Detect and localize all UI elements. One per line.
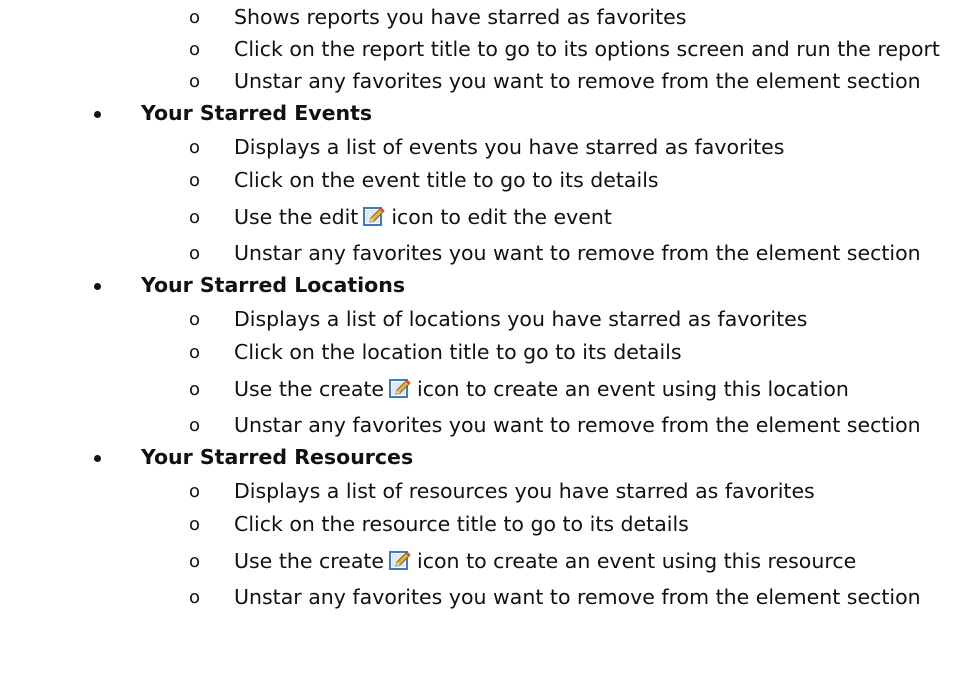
list-item-text: Use the edit icon to edit the event <box>234 200 612 235</box>
list-item-text: Displays a list of locations you have st… <box>234 307 808 331</box>
text-before-icon: Use the create <box>234 549 385 573</box>
sub-bullet-marker: o <box>189 170 201 191</box>
sub-bullet-marker: o <box>189 587 201 608</box>
sub-bullet-marker: o <box>189 379 201 400</box>
sub-bullet-marker: o <box>189 71 201 92</box>
sub-bullet-marker: o <box>189 39 201 60</box>
text-after-icon: icon to create an event using this resou… <box>417 549 857 573</box>
list-item-text: Click on the event title to go to its de… <box>234 168 659 192</box>
sub-bullet-marker: o <box>189 207 201 228</box>
list-item-text: Unstar any favorites you want to remove … <box>234 69 921 93</box>
list-item-text: Use the create icon to create an event us… <box>234 372 849 407</box>
list-item-text: Click on the location title to go to its… <box>234 340 682 364</box>
list-item-text: Displays a list of resources you have st… <box>234 479 815 503</box>
bullet-icon <box>94 455 101 462</box>
list-item-text: Unstar any favorites you want to remove … <box>234 585 921 609</box>
section-title: Your Starred Locations <box>141 273 406 297</box>
edit-icon <box>389 375 411 398</box>
text-after-icon: icon to edit the event <box>391 205 612 229</box>
sub-bullet-marker: o <box>189 551 201 572</box>
list-item-text: Shows reports you have starred as favori… <box>234 5 687 29</box>
sub-bullet-marker: o <box>189 415 201 436</box>
document-body: o Shows reports you have starred as favo… <box>0 0 974 677</box>
sub-bullet-marker: o <box>189 309 201 330</box>
section-title: Your Starred Events <box>141 101 373 125</box>
sub-bullet-marker: o <box>189 514 201 535</box>
sub-bullet-marker: o <box>189 7 201 28</box>
text-before-icon: Use the edit <box>234 205 359 229</box>
bullet-icon <box>94 283 101 290</box>
sub-bullet-marker: o <box>189 481 201 502</box>
list-item-text: Unstar any favorites you want to remove … <box>234 413 921 437</box>
sub-bullet-marker: o <box>189 342 201 363</box>
list-item-text: Click on the resource title to go to its… <box>234 512 689 536</box>
list-item-text: Click on the report title to go to its o… <box>234 37 940 61</box>
edit-icon <box>363 203 386 226</box>
sub-bullet-marker: o <box>189 137 201 158</box>
text-after-icon: icon to create an event using this locat… <box>417 377 849 401</box>
section-title: Your Starred Resources <box>141 445 414 469</box>
bullet-icon <box>94 111 101 118</box>
sub-bullet-marker: o <box>189 243 201 264</box>
list-item-text: Unstar any favorites you want to remove … <box>234 241 921 265</box>
list-item-text: Use the create icon to create an event us… <box>234 544 856 579</box>
edit-icon <box>389 547 411 570</box>
list-item-text: Displays a list of events you have starr… <box>234 135 785 159</box>
text-before-icon: Use the create <box>234 377 385 401</box>
